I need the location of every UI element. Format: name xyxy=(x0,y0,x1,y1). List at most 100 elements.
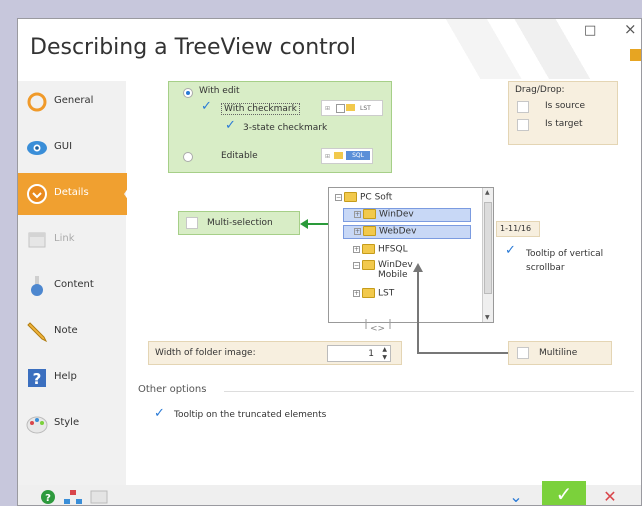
sidebar-item-help[interactable]: ? Help xyxy=(18,357,126,399)
title-decoration xyxy=(398,19,638,79)
tooltip-truncated-checkbox[interactable]: ✓ xyxy=(154,406,165,421)
flask-icon xyxy=(31,276,43,296)
ok-button[interactable]: ✓ xyxy=(542,481,586,506)
is-source-label: Is source xyxy=(545,101,586,111)
checkmark-preview: ⊞ LST xyxy=(321,100,383,116)
maximize-button[interactable]: □ xyxy=(584,23,596,38)
with-edit-radio[interactable] xyxy=(183,88,193,98)
details-icon xyxy=(27,184,47,204)
help-circle-icon[interactable]: ? xyxy=(40,489,56,505)
svg-text:?: ? xyxy=(33,370,42,388)
multiselection-group: Multi-selection xyxy=(178,211,300,235)
expand-icon: + xyxy=(354,227,361,235)
close-button[interactable]: × xyxy=(624,20,637,38)
counter-text: 1-11/16 xyxy=(500,224,532,233)
tree-node: − WinDev Mobile xyxy=(353,260,413,280)
folder-width-stepper[interactable]: 1 ▲ ▼ xyxy=(327,345,391,362)
folder-icon xyxy=(344,192,357,202)
palette-icon xyxy=(26,416,48,434)
dragdrop-title: Drag/Drop: xyxy=(515,85,565,95)
scroll-up-icon: ▲ xyxy=(485,189,490,196)
expand-icon: ⊞ xyxy=(325,105,331,112)
tooltip-vscroll-label: Tooltip of vertical scrollbar xyxy=(526,249,604,273)
folder-icon xyxy=(362,260,375,270)
editable-label: Editable xyxy=(221,151,258,161)
sidebar-item-gui[interactable]: GUI xyxy=(18,127,126,169)
expand-icon: + xyxy=(354,210,361,218)
folder-width-label: Width of folder image: xyxy=(155,348,256,358)
close-icon: ✕ xyxy=(603,487,617,506)
connector-line xyxy=(413,263,510,354)
preview-label: SQL xyxy=(346,151,370,160)
chevron-down-icon: ⌄ xyxy=(509,487,523,506)
sidebar-item-label: GUI xyxy=(54,141,73,152)
preview-label: LST xyxy=(360,105,371,112)
eye-icon xyxy=(27,141,47,155)
multiline-label: Multiline xyxy=(539,348,578,358)
resize-guide xyxy=(365,319,391,329)
folder-icon xyxy=(363,209,376,219)
chevron-down-icon[interactable]: ▼ xyxy=(382,354,387,361)
tooltip-truncated-label: Tooltip on the truncated elements xyxy=(174,410,327,420)
dialog-title: Describing a TreeView control xyxy=(30,35,356,60)
multiselection-label: Multi-selection xyxy=(207,218,273,228)
other-options-title: Other options xyxy=(138,384,207,395)
tree-node: + LST xyxy=(353,288,395,299)
tree-node-selected: + WebDev xyxy=(343,225,471,239)
folder-icon xyxy=(363,226,376,236)
check-icon: ✓ xyxy=(555,482,573,506)
scrollbar-counter: 1-11/16 xyxy=(496,221,540,237)
link-icon xyxy=(28,232,46,248)
dragdrop-group: Drag/Drop: Is source Is target xyxy=(508,81,618,145)
folder-icon xyxy=(362,244,375,254)
with-checkmark-checkbox[interactable]: ✓ xyxy=(201,99,212,114)
tooltip-vscroll-checkbox[interactable]: ✓ xyxy=(505,243,516,258)
is-target-label: Is target xyxy=(545,119,583,129)
three-state-label: 3-state checkmark xyxy=(243,123,328,133)
pencil-icon xyxy=(27,322,48,343)
sidebar-item-label: Content xyxy=(54,279,94,290)
svg-text:?: ? xyxy=(45,493,51,504)
dropdown-button[interactable]: ⌄ xyxy=(494,487,538,506)
collapse-icon: − xyxy=(335,193,342,201)
tree-node: + HFSQL xyxy=(353,244,408,255)
sidebar-item-note[interactable]: Note xyxy=(18,311,126,353)
resize-icon xyxy=(630,49,641,61)
sidebar-item-details[interactable]: Details xyxy=(18,173,127,215)
cancel-button[interactable]: ✕ xyxy=(588,487,632,506)
folder-icon xyxy=(334,152,343,159)
chevron-up-icon[interactable]: ▲ xyxy=(382,346,387,353)
with-edit-label: With edit xyxy=(199,86,240,96)
multiline-group: Multiline xyxy=(508,341,612,365)
expand-icon: ⊞ xyxy=(325,153,331,160)
sidebar-item-style[interactable]: Style xyxy=(18,403,126,445)
sidebar-item-label: Help xyxy=(54,371,77,382)
sidebar-item-label: Style xyxy=(54,417,80,428)
multiline-checkbox[interactable] xyxy=(517,347,529,359)
help-icon: ? xyxy=(28,369,46,388)
three-state-checkbox[interactable]: ✓ xyxy=(225,118,236,133)
sidebar-item-content[interactable]: Content xyxy=(18,265,126,307)
general-icon xyxy=(27,92,47,112)
window-icon[interactable] xyxy=(90,489,108,505)
sidebar-item-general[interactable]: General xyxy=(18,81,126,123)
sidebar-item-link: Link xyxy=(18,219,126,261)
is-target-checkbox[interactable] xyxy=(517,119,529,131)
tree-node-selected: + WinDev xyxy=(343,208,471,222)
hierarchy-icon[interactable] xyxy=(64,489,82,505)
editable-radio[interactable] xyxy=(183,152,193,162)
multiselection-checkbox[interactable] xyxy=(186,217,198,229)
sidebar: General GUI Details Link Content Note ? … xyxy=(18,81,127,505)
folder-icon xyxy=(346,104,355,111)
sidebar-item-label: Link xyxy=(54,233,75,244)
is-source-checkbox[interactable] xyxy=(517,101,529,113)
expand-icon: + xyxy=(353,289,360,297)
sidebar-item-label: General xyxy=(54,95,94,106)
folder-icon xyxy=(362,288,375,298)
tree-node: − PC Soft xyxy=(335,192,393,203)
collapse-icon: − xyxy=(353,261,360,269)
sidebar-item-label: Note xyxy=(54,325,78,336)
sidebar-item-label: Details xyxy=(54,187,89,198)
folder-width-group: Width of folder image: 1 ▲ ▼ xyxy=(148,341,402,365)
edit-options-group: With edit ✓ With checkmark ⊞ LST ✓ 3-sta… xyxy=(168,81,392,173)
